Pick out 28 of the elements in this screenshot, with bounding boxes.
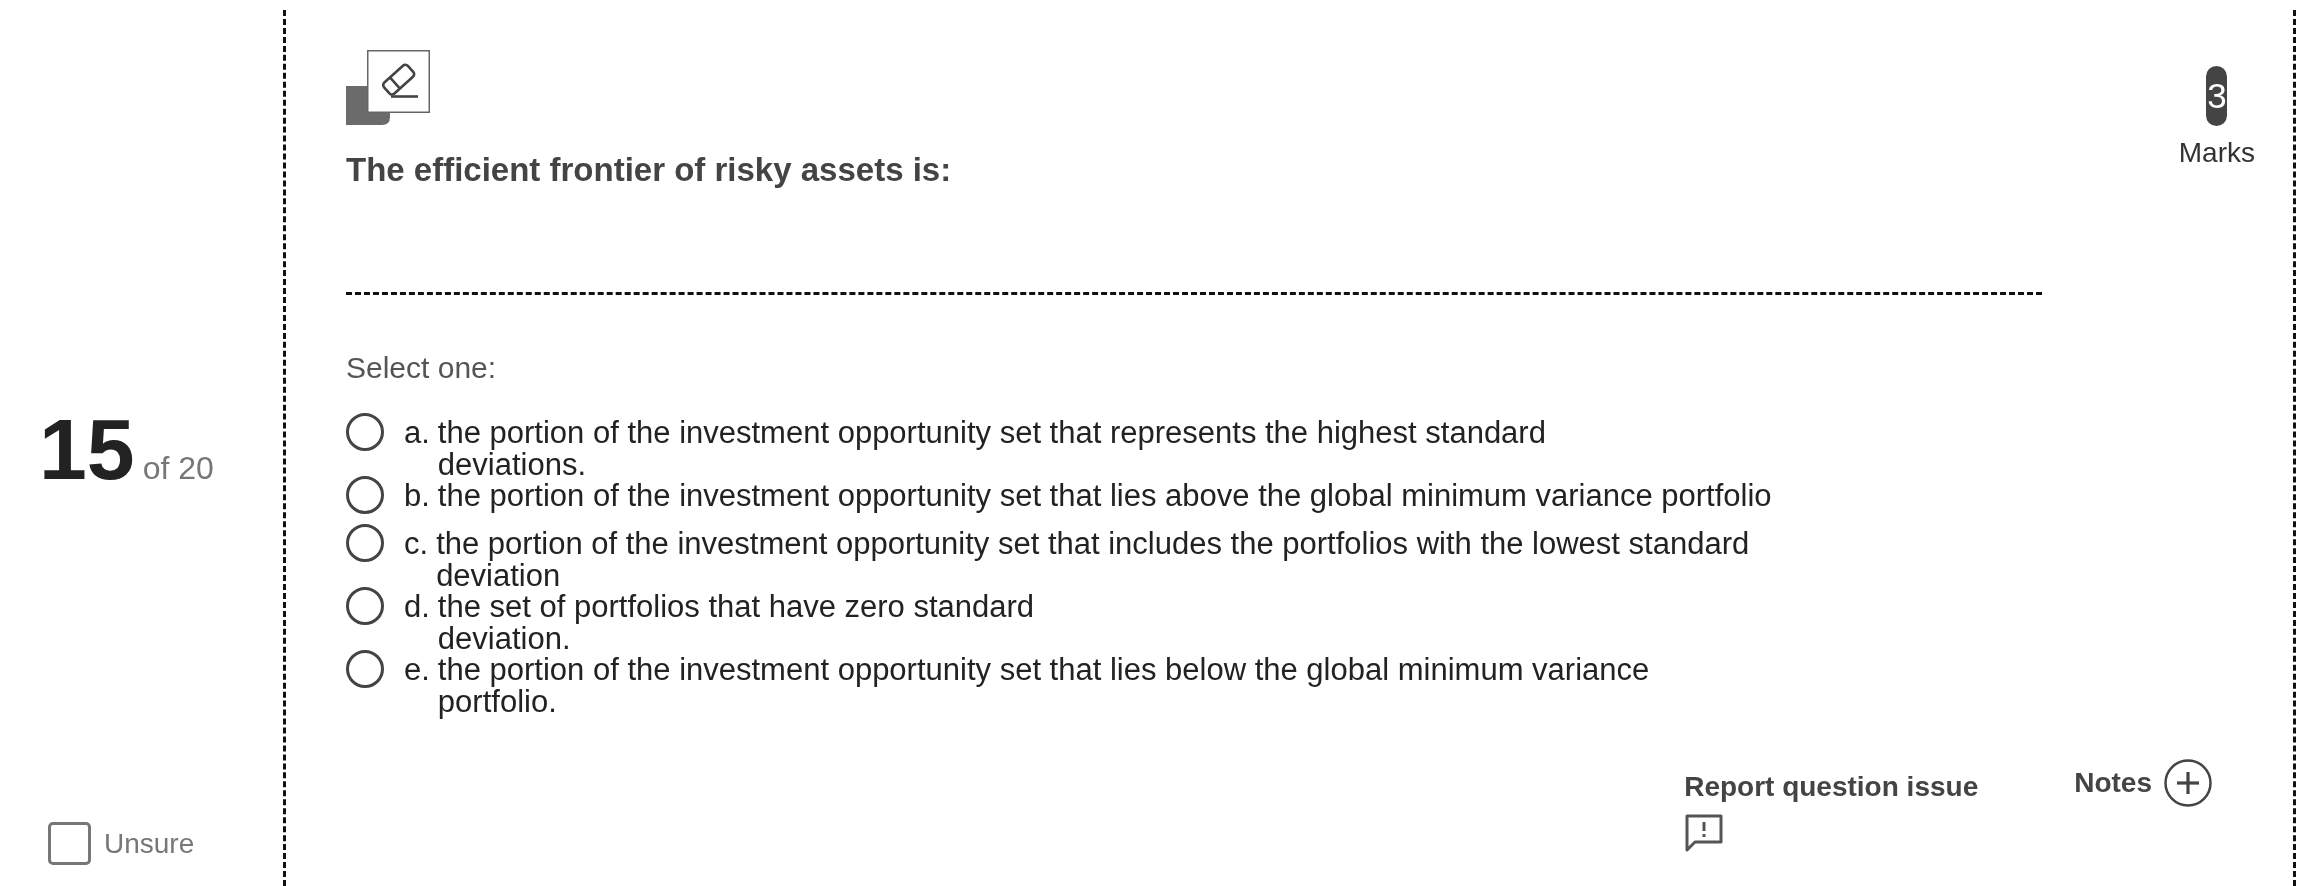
feedback-icon — [1684, 813, 1725, 853]
option-text: the portion of the investment opportunity set that lies above the global minimum variance portfolio — [437, 480, 1772, 512]
option-text: the set of portfolios that have zero standard deviation. — [437, 591, 1035, 654]
option-text: the portion of the investment opportunity set that represents the highest standard deviations. — [437, 417, 1546, 480]
radio-button[interactable] — [346, 524, 384, 562]
report-issue-button[interactable]: Report question issue — [1684, 771, 1979, 853]
marks-badge: 3 — [2206, 66, 2228, 126]
option-letter: d. — [404, 591, 430, 623]
unsure-label: Unsure — [104, 827, 195, 860]
eraser-button[interactable] — [346, 50, 430, 125]
radio-button[interactable] — [346, 413, 384, 451]
question-number: 15 — [39, 406, 135, 492]
radio-button[interactable] — [346, 476, 384, 514]
option-letter: c. — [404, 528, 429, 560]
option-letter: b. — [404, 480, 430, 512]
question-total: of 20 — [142, 449, 214, 488]
eraser-icon — [346, 50, 430, 125]
unsure-checkbox[interactable] — [48, 822, 91, 865]
marks-label: Marks — [2178, 137, 2255, 169]
option-letter: a. — [404, 417, 430, 449]
option-letter: e. — [404, 654, 430, 686]
select-prompt: Select one: — [346, 350, 497, 386]
radio-button[interactable] — [346, 587, 384, 625]
notes-button[interactable]: Notes — [2074, 759, 2212, 807]
radio-button[interactable] — [346, 650, 384, 688]
option-text: the portion of the investment opportunity set that lies below the global minimum variance portfolio. — [437, 654, 1650, 717]
plus-icon — [2164, 759, 2212, 807]
question-text: The efficient frontier of risky assets is: — [346, 150, 952, 190]
